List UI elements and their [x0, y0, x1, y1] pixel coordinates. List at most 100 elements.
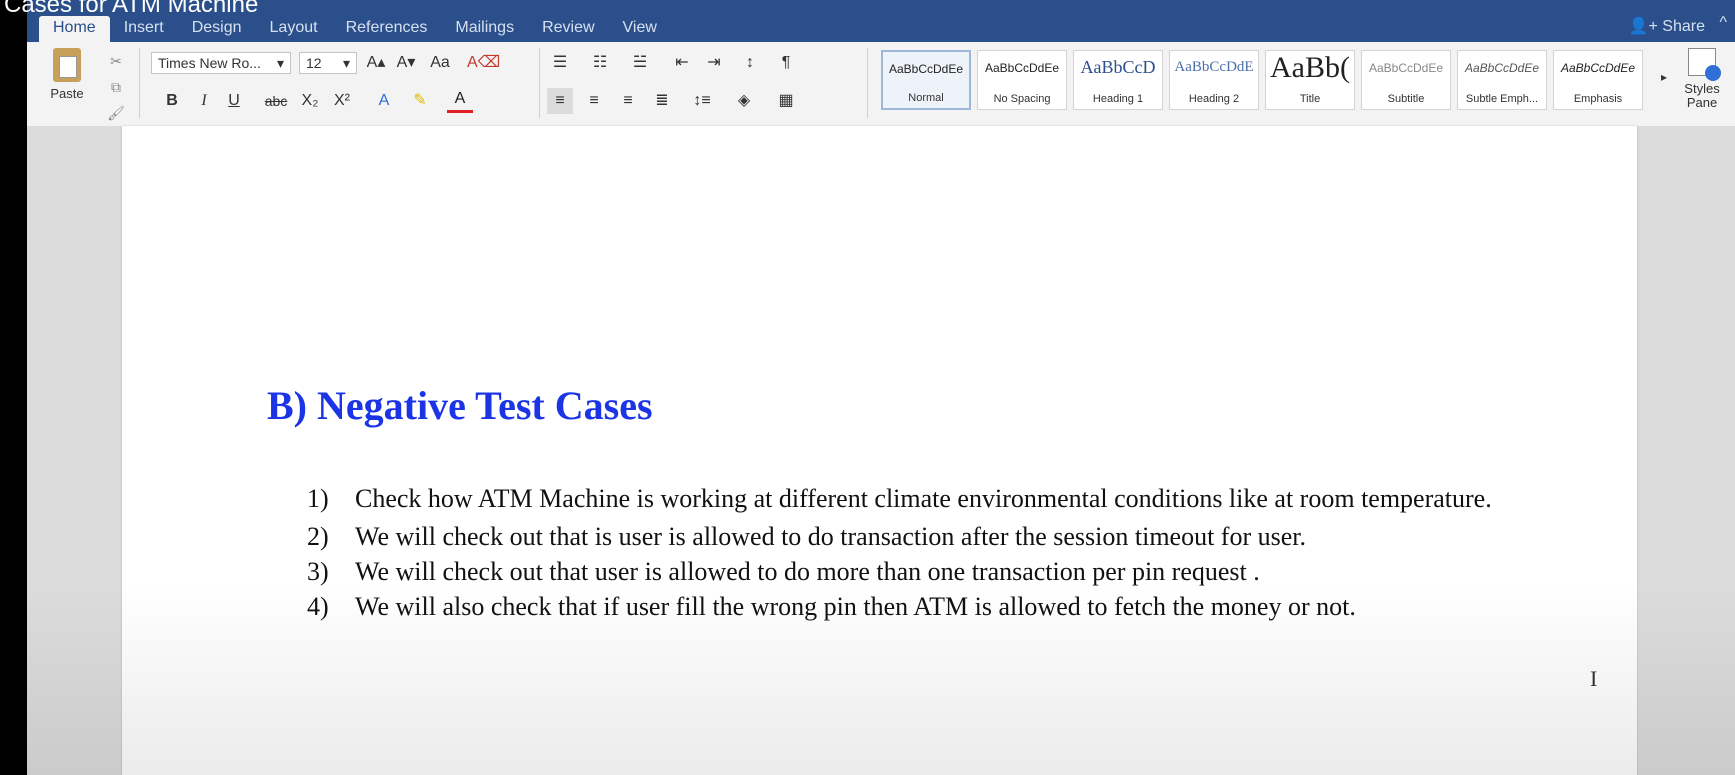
tab-references[interactable]: References	[332, 16, 442, 42]
numbering-icon[interactable]: ☷	[587, 50, 613, 76]
increase-indent-icon[interactable]: ⇥	[701, 50, 727, 76]
font-name-dropdown[interactable]: Times New Ro... ▾	[151, 52, 291, 74]
style-name: No Spacing	[993, 93, 1051, 105]
style-sample: AaBbCcDdEe	[984, 61, 1060, 75]
chevron-up-icon[interactable]: ^	[1719, 14, 1727, 32]
multilevel-list-icon[interactable]: ☱	[627, 50, 653, 76]
list-number: 3)	[307, 557, 329, 586]
style-sample: AaBbCcD	[1080, 57, 1156, 77]
font-color-button[interactable]: A	[447, 88, 473, 113]
clipboard-tools: ✂ ⧉ 🖌	[105, 48, 127, 126]
show-formatting-button[interactable]: ¶	[773, 50, 799, 76]
tab-view[interactable]: View	[609, 16, 671, 42]
list-item: 2) We will check out that is user is all…	[307, 519, 1547, 554]
style-name: Heading 1	[1092, 93, 1144, 105]
align-center-icon[interactable]: ≡	[581, 88, 607, 114]
share-button[interactable]: 👤+ Share	[1629, 16, 1705, 36]
style-normal[interactable]: AaBbCcDdEe Normal	[881, 50, 971, 110]
video-title: Cases for ATM Machine	[4, 0, 259, 18]
ribbon-tabs: Home Insert Design Layout References Mai…	[39, 16, 671, 42]
list-number: 4)	[307, 592, 329, 621]
shrink-font-icon[interactable]: A▾	[393, 50, 419, 76]
list-text: Check how ATM Machine is working at diff…	[355, 484, 1492, 513]
text-cursor-icon: I	[1590, 666, 1598, 691]
list-text: We will check out that is user is allowe…	[355, 522, 1307, 551]
style-name: Emphasis	[1573, 93, 1623, 105]
tab-design[interactable]: Design	[178, 16, 256, 42]
font-name-value: Times New Ro...	[158, 55, 261, 71]
tab-insert[interactable]: Insert	[110, 16, 178, 42]
superscript-button[interactable]: X²	[329, 88, 355, 114]
styles-more-icon[interactable]: ▸	[1651, 64, 1677, 90]
section-heading: B) Negative Test Cases	[267, 383, 653, 428]
divider	[539, 48, 540, 118]
clipboard-icon	[53, 48, 81, 82]
paste-label: Paste	[50, 86, 84, 101]
style-emphasis[interactable]: AaBbCcDdEe Emphasis	[1553, 50, 1643, 110]
format-painter-icon[interactable]: 🖌	[105, 100, 127, 126]
bullets-icon[interactable]: ☰	[547, 50, 573, 76]
shading-icon[interactable]: ◈	[731, 88, 757, 114]
scissors-icon[interactable]: ✂	[105, 48, 127, 74]
list-item: 3) We will check out that user is allowe…	[307, 554, 1547, 589]
style-name: Subtle Emph...	[1465, 93, 1539, 105]
style-sample: AaBbCcDdEe	[1560, 61, 1636, 75]
style-title[interactable]: AaBb( Title	[1265, 50, 1355, 110]
style-subtitle[interactable]: AaBbCcDdEe Subtitle	[1361, 50, 1451, 110]
text-effects-icon[interactable]: A	[371, 88, 397, 114]
style-sample: AaBbCcDdEe	[888, 62, 964, 76]
style-no-spacing[interactable]: AaBbCcDdEe No Spacing	[977, 50, 1067, 110]
style-name: Heading 2	[1188, 93, 1240, 105]
style-name: Subtitle	[1387, 93, 1425, 105]
style-sample: AaBbCcDdE	[1174, 59, 1254, 75]
title-bar: Home Insert Design Layout References Mai…	[27, 0, 1735, 42]
document-page[interactable]: B) Negative Test Cases 1) Check how ATM …	[122, 126, 1637, 775]
styles-pane-label-2: Pane	[1686, 95, 1718, 110]
style-sample: AaBb(	[1270, 51, 1350, 84]
bold-button[interactable]: B	[159, 88, 185, 114]
list-item: 1) Check how ATM Machine is working at d…	[307, 478, 1547, 519]
list-text: We will check out that user is allowed t…	[355, 557, 1260, 586]
paste-button[interactable]: Paste	[37, 48, 97, 101]
line-spacing-icon[interactable]: ↕≡	[689, 88, 715, 114]
style-sample: AaBbCcDdEe	[1368, 61, 1444, 75]
align-left-icon[interactable]: ≡	[547, 88, 573, 114]
style-heading-1[interactable]: AaBbCcD Heading 1	[1073, 50, 1163, 110]
styles-gallery: AaBbCcDdEe Normal AaBbCcDdEe No Spacing …	[881, 50, 1643, 110]
italic-button[interactable]: I	[191, 88, 217, 114]
list-number: 1)	[307, 484, 329, 513]
style-sample: AaBbCcDdEe	[1464, 61, 1540, 75]
font-size-dropdown[interactable]: 12 ▾	[299, 52, 357, 74]
style-heading-2[interactable]: AaBbCcDdE Heading 2	[1169, 50, 1259, 110]
list-item: 4) We will also check that if user fill …	[307, 589, 1547, 624]
highlight-icon[interactable]: ✎	[407, 88, 433, 114]
tab-mailings[interactable]: Mailings	[441, 16, 528, 42]
underline-button[interactable]: U	[221, 88, 247, 114]
justify-icon[interactable]: ≣	[649, 88, 675, 114]
chevron-down-icon: ▾	[276, 55, 284, 71]
font-size-value: 12	[306, 55, 322, 71]
decrease-indent-icon[interactable]: ⇤	[669, 50, 695, 76]
person-plus-icon: 👤+	[1628, 18, 1658, 35]
style-name: Title	[1299, 93, 1321, 105]
tab-layout[interactable]: Layout	[256, 16, 332, 42]
styles-pane-button[interactable]: Styles Pane	[1677, 48, 1727, 110]
share-label: Share	[1662, 18, 1705, 35]
copy-icon[interactable]: ⧉	[105, 74, 127, 100]
tab-home[interactable]: Home	[39, 16, 110, 42]
style-name: Normal	[908, 92, 944, 104]
sort-icon[interactable]: ↕	[737, 50, 763, 76]
borders-icon[interactable]: ▦	[773, 88, 799, 114]
styles-pane-icon	[1688, 48, 1721, 81]
divider	[867, 48, 868, 118]
change-case-icon[interactable]: Aa	[427, 50, 453, 76]
grow-font-icon[interactable]: A▴	[363, 50, 389, 76]
style-subtle-emphasis[interactable]: AaBbCcDdEe Subtle Emph...	[1457, 50, 1547, 110]
clear-formatting-icon[interactable]: A⌫	[467, 50, 500, 76]
document-canvas[interactable]: B) Negative Test Cases 1) Check how ATM …	[27, 126, 1735, 775]
tab-review[interactable]: Review	[528, 16, 608, 42]
subscript-button[interactable]: X₂	[297, 88, 323, 114]
align-right-icon[interactable]: ≡	[615, 88, 641, 114]
list-number: 2)	[307, 522, 329, 551]
strikethrough-button[interactable]: abc	[263, 88, 289, 114]
